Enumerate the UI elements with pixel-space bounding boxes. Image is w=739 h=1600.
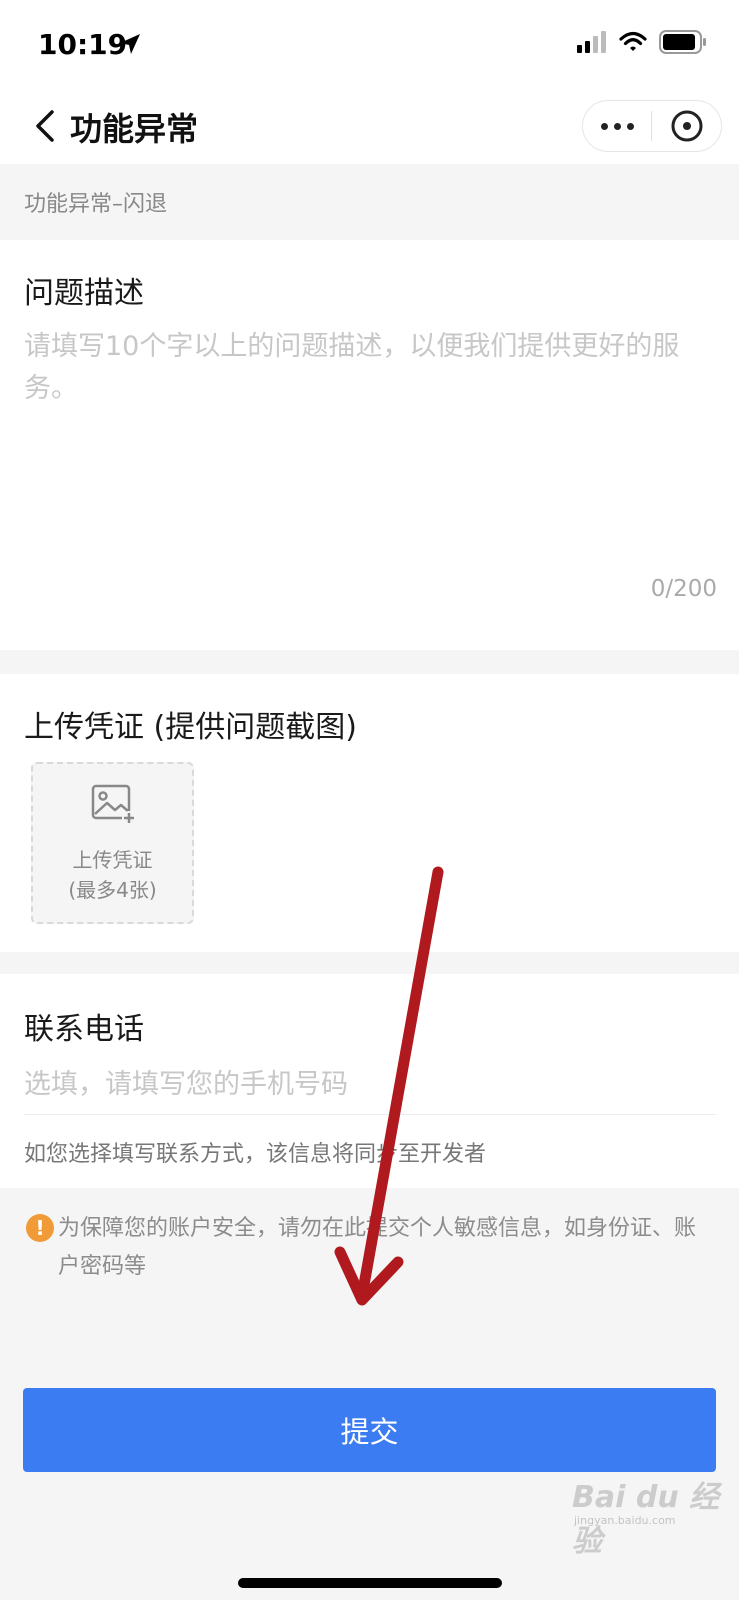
upload-label: 上传凭证 [72,848,153,872]
battery-icon [659,30,706,54]
divider [24,1114,716,1115]
submit-button[interactable]: 提交 [23,1388,716,1472]
nav-bar: 功能异常 [0,88,739,164]
cellular-signal-icon [577,31,606,53]
upload-section: 上传凭证 (提供问题截图) 上传凭证 (最多4张) [0,674,739,952]
status-indicators [577,30,707,54]
chevron-left-icon[interactable] [30,106,60,146]
upload-image-button[interactable]: 上传凭证 (最多4张) [31,762,194,924]
char-count: 0/200 [650,576,717,602]
status-time: 10:19 [38,28,128,61]
close-circle-icon[interactable] [652,101,721,151]
baidu-watermark: Bai du 经验 jingyan.baidu.com [572,1466,732,1559]
image-add-icon [91,784,136,825]
location-arrow-icon [120,34,140,54]
contact-section: 联系电话 如您选择填写联系方式，该信息将同步至开发者 [0,974,739,1188]
description-textarea[interactable] [24,326,716,546]
security-warning: ! 为保障您的账户安全，请勿在此提交个人敏感信息，如身份证、账户密码等 [26,1210,716,1286]
status-bar: 10:19 [0,0,739,88]
warning-icon: ! [26,1214,54,1242]
home-indicator [238,1578,502,1588]
feedback-category: 功能异常–闪退 [24,192,168,217]
mini-program-capsule [582,100,722,152]
wifi-icon [619,31,647,51]
page-title: 功能异常 [70,110,199,148]
warning-text: 为保障您的账户安全，请勿在此提交个人敏感信息，如身份证、账户密码等 [58,1216,697,1279]
contact-hint: 如您选择填写联系方式，该信息将同步至开发者 [24,1142,487,1167]
upload-limit: (最多4张) [68,878,157,902]
watermark-url: jingyan.baidu.com [574,1514,676,1527]
phone-input[interactable] [24,1060,716,1108]
more-dots-icon[interactable] [583,101,651,151]
contact-title: 联系电话 [24,1012,144,1047]
description-title: 问题描述 [24,276,144,311]
description-section: 问题描述 0/200 [0,240,739,650]
upload-title: 上传凭证 (提供问题截图) [24,710,357,745]
